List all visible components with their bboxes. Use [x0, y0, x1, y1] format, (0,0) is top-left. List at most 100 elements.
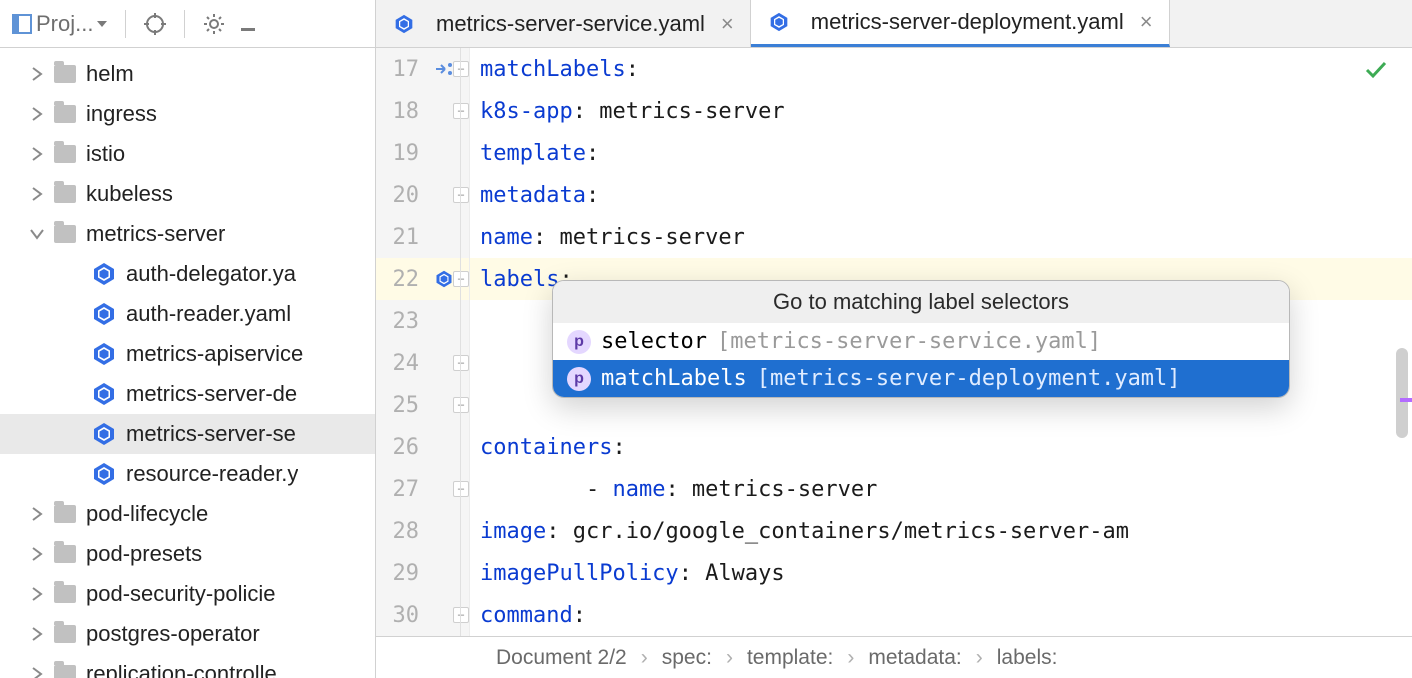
popup-title: Go to matching label selectors [553, 281, 1289, 323]
gutter-line[interactable]: 30− [376, 594, 469, 636]
kubernetes-gutter-icon[interactable] [435, 270, 453, 288]
chevron-right-icon[interactable] [20, 187, 54, 201]
popup-item[interactable]: p matchLabels [metrics-server-deployment… [553, 360, 1289, 397]
breadcrumb-item[interactable]: template: [747, 646, 833, 670]
gutter-line[interactable]: 17− [376, 48, 469, 90]
tree-folder-item[interactable]: kubeless [0, 174, 375, 214]
chevron-down-icon[interactable] [20, 228, 54, 240]
gutter-line[interactable]: 21 [376, 216, 469, 258]
line-number: 27 [393, 477, 420, 502]
breadcrumb[interactable]: Document 2/2›spec:›template:›metadata:›l… [376, 636, 1412, 678]
popup-item-location: [metrics-server-deployment.yaml] [757, 366, 1181, 391]
tree-item-label: auth-delegator.ya [126, 261, 296, 287]
tree-folder-item[interactable]: pod-presets [0, 534, 375, 574]
kubernetes-file-icon [92, 422, 116, 446]
tree-file-item[interactable]: metrics-apiservice [0, 334, 375, 374]
chevron-right-icon[interactable] [20, 107, 54, 121]
gutter-line[interactable]: 22− [376, 258, 469, 300]
breadcrumb-item[interactable]: metadata: [868, 646, 961, 670]
chevron-right-icon[interactable] [20, 147, 54, 161]
gutter-line[interactable]: 18− [376, 90, 469, 132]
fold-toggle[interactable]: − [453, 481, 469, 497]
tree-folder-item[interactable]: pod-security-policie [0, 574, 375, 614]
code-line[interactable]: template: [470, 132, 1412, 174]
gutter-line[interactable]: 26 [376, 426, 469, 468]
folder-icon [54, 65, 76, 83]
project-tree[interactable]: helmingressistio kubeless metrics-server au… [0, 48, 375, 678]
fold-toggle[interactable]: − [453, 187, 469, 203]
close-icon[interactable]: × [1140, 9, 1153, 35]
project-tool-window-button[interactable]: Proj... [6, 7, 113, 41]
code-line[interactable]: image: gcr.io/google_containers/metrics-… [470, 510, 1412, 552]
tree-item-label: metrics-server-de [126, 381, 297, 407]
chevron-right-icon[interactable] [20, 587, 54, 601]
fold-toggle[interactable]: − [453, 607, 469, 623]
tree-folder-item[interactable]: metrics-server [0, 214, 375, 254]
tree-item-label: auth-reader.yaml [126, 301, 291, 327]
tree-item-label: metrics-server [86, 221, 225, 247]
code-line[interactable]: matchLabels: [470, 48, 1412, 90]
tree-item-label: kubeless [86, 181, 173, 207]
chevron-right-icon[interactable] [20, 507, 54, 521]
editor-gutter[interactable]: 17−18−1920−2122−2324−25−26 27 − 282930− [376, 48, 470, 636]
breadcrumb-item[interactable]: spec: [662, 646, 712, 670]
code-line[interactable]: name: metrics-server [470, 216, 1412, 258]
hide-button[interactable] [233, 11, 263, 37]
popup-item[interactable]: p selector [metrics-server-service.yaml] [553, 323, 1289, 360]
chevron-right-icon[interactable] [20, 547, 54, 561]
fold-toggle[interactable]: − [453, 355, 469, 371]
code-line[interactable]: metadata: [470, 174, 1412, 216]
code-line[interactable]: k8s-app: metrics-server [470, 90, 1412, 132]
chevron-right-icon: › [726, 646, 733, 670]
code-line[interactable]: command: [470, 594, 1412, 636]
gutter-line[interactable]: 29 [376, 552, 469, 594]
chevron-right-icon[interactable] [20, 627, 54, 641]
gutter-line[interactable]: 24− [376, 342, 469, 384]
chevron-right-icon[interactable] [20, 67, 54, 81]
tree-file-item[interactable]: auth-delegator.ya [0, 254, 375, 294]
code-area[interactable]: matchLabels: k8s-app: metrics-server tem… [470, 48, 1412, 636]
gutter-line[interactable]: 19 [376, 132, 469, 174]
fold-toggle[interactable]: − [453, 103, 469, 119]
folder-icon [54, 665, 76, 678]
tree-folder-item[interactable]: replication-controlle [0, 654, 375, 678]
editor-tab[interactable]: metrics-server-service.yaml × [376, 0, 751, 47]
breadcrumb-item[interactable]: Document 2/2 [496, 646, 627, 670]
gutter-line[interactable]: 27 − [376, 468, 469, 510]
gutter-line[interactable]: 25− [376, 384, 469, 426]
scrollbar-thumb[interactable] [1396, 348, 1408, 438]
gutter-line[interactable]: 23 [376, 300, 469, 342]
fold-toggle[interactable]: − [453, 271, 469, 287]
code-line[interactable]: - name: metrics-server [470, 468, 1412, 510]
tree-file-item[interactable]: auth-reader.yaml [0, 294, 375, 334]
tree-folder-item[interactable]: istio [0, 134, 375, 174]
tree-file-item[interactable]: metrics-server-se [0, 414, 375, 454]
tree-file-item[interactable]: resource-reader.y [0, 454, 375, 494]
tree-folder-item[interactable]: ingress [0, 94, 375, 134]
tree-item-label: replication-controlle [86, 661, 277, 678]
select-opened-file-button[interactable] [138, 9, 172, 39]
settings-button[interactable] [197, 9, 231, 39]
fold-toggle[interactable]: − [453, 397, 469, 413]
fold-toggle[interactable]: − [453, 61, 469, 77]
close-icon[interactable]: × [721, 11, 734, 37]
target-icon [144, 13, 166, 35]
tree-folder-item[interactable]: postgres-operator [0, 614, 375, 654]
editor-tab[interactable]: metrics-server-deployment.yaml × [751, 0, 1170, 47]
inspection-ok-icon[interactable] [1364, 58, 1388, 82]
breadcrumb-item[interactable]: labels: [997, 646, 1058, 670]
tree-item-label: pod-security-policie [86, 581, 276, 607]
tree-folder-item[interactable]: pod-lifecycle [0, 494, 375, 534]
property-badge-icon: p [567, 367, 591, 391]
tree-file-item[interactable]: metrics-server-de [0, 374, 375, 414]
gutter-line[interactable]: 28 [376, 510, 469, 552]
gutter-line[interactable]: 20− [376, 174, 469, 216]
indent-hint-icon[interactable] [435, 62, 453, 76]
chevron-right-icon[interactable] [20, 667, 54, 678]
marker[interactable] [1400, 398, 1412, 402]
folder-icon [54, 545, 76, 563]
scrollbar[interactable] [1394, 48, 1412, 636]
code-line[interactable]: imagePullPolicy: Always [470, 552, 1412, 594]
code-line[interactable]: containers: [470, 426, 1412, 468]
tree-folder-item[interactable]: helm [0, 54, 375, 94]
